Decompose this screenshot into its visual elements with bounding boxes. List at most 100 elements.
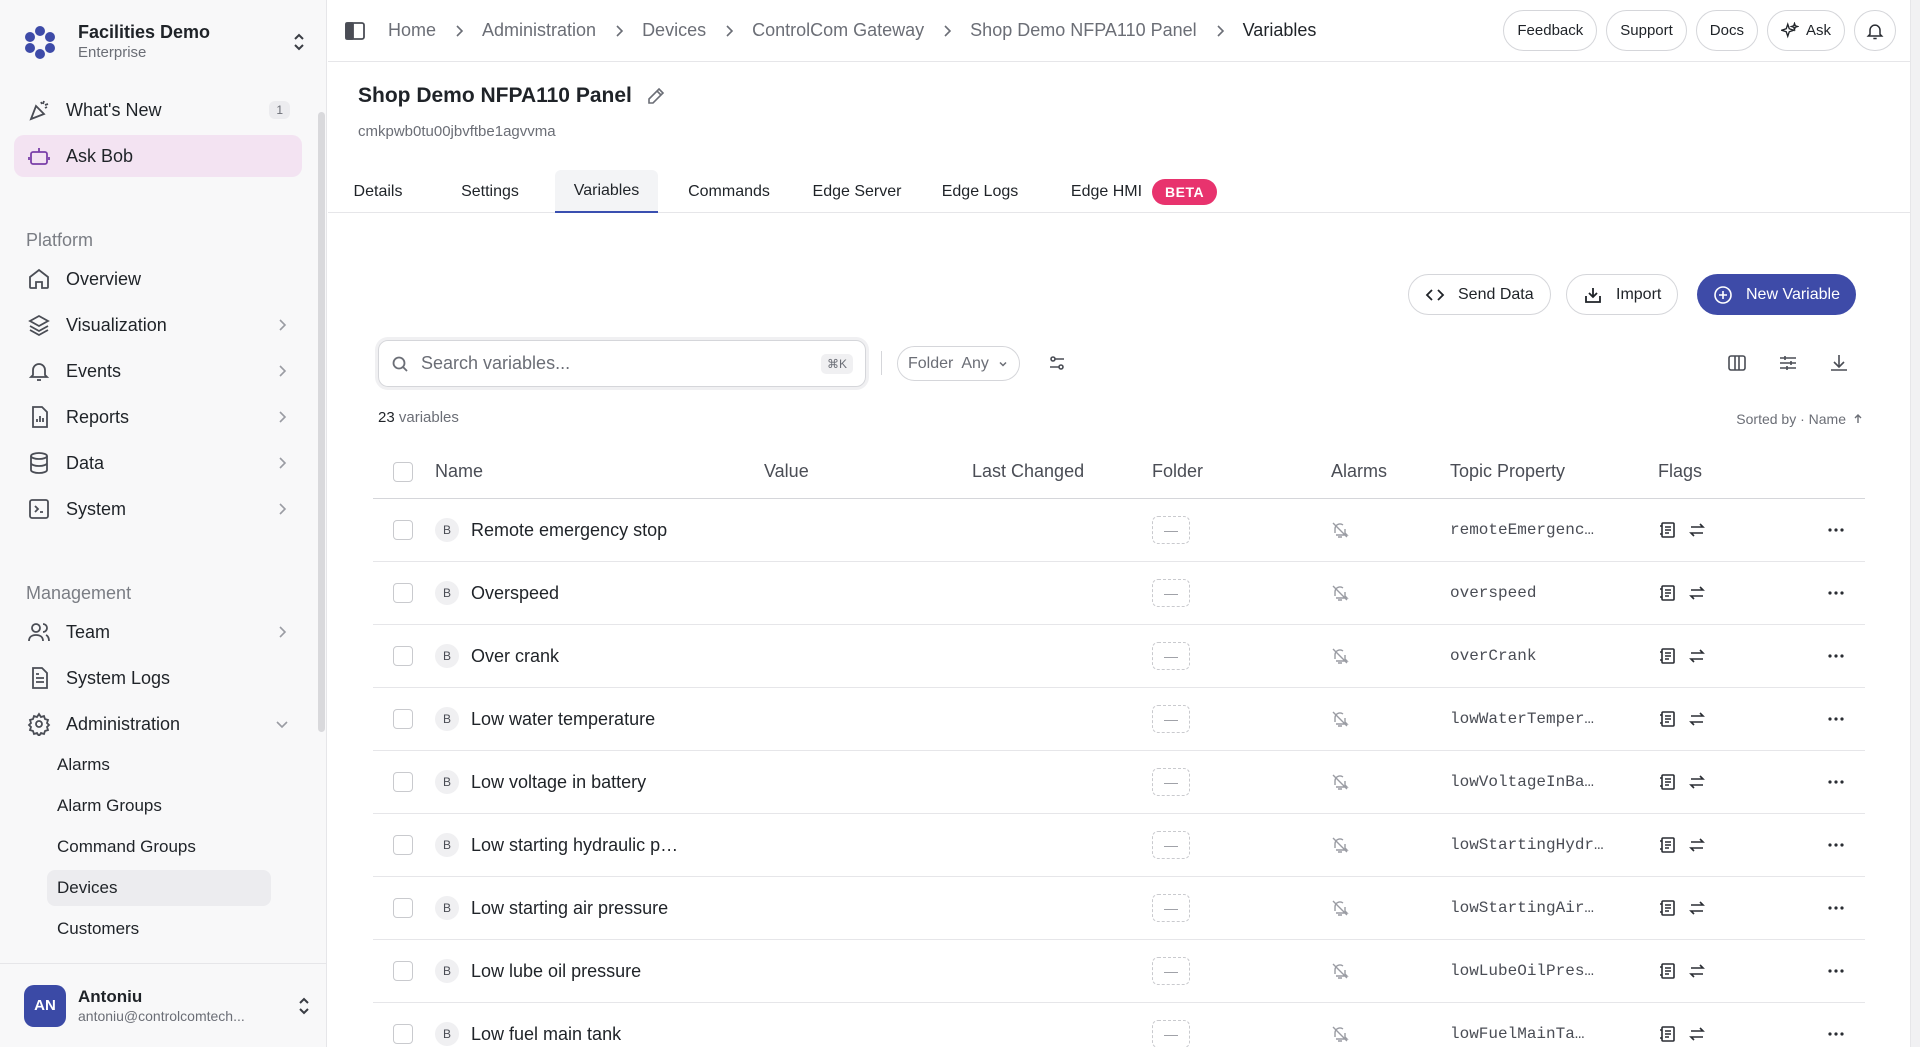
sidebar-item-administration[interactable]: Administration [14,703,302,745]
sort-control[interactable]: Sorted by · Name [1736,411,1864,427]
sidebar-item-system-logs[interactable]: System Logs [14,657,302,699]
download-icon[interactable] [1828,352,1850,374]
breadcrumb-gateway[interactable]: ControlCom Gateway [752,20,924,41]
row-checkbox[interactable] [393,961,413,981]
more-horizontal-icon[interactable] [1825,708,1847,730]
docs-button[interactable]: Docs [1695,10,1758,51]
table-row[interactable]: B Low fuel main tank — lowFuelMainTa… [373,1003,1865,1047]
tab-commands[interactable]: Commands [681,170,777,213]
breadcrumb-home[interactable]: Home [388,20,436,41]
column-header-topic-property[interactable]: Topic Property [1450,445,1565,498]
folder-empty[interactable]: — [1152,579,1190,607]
column-header-last-changed[interactable]: Last Changed [972,445,1084,498]
sliders-icon[interactable] [1777,352,1799,374]
tab-settings[interactable]: Settings [452,170,528,213]
row-checkbox[interactable] [393,646,413,666]
variable-name[interactable]: Over crank [471,646,559,667]
sidebar-item-ask-bob[interactable]: Ask Bob [14,135,302,177]
row-checkbox[interactable] [393,772,413,792]
variable-name[interactable]: Remote emergency stop [471,520,667,541]
row-checkbox[interactable] [393,583,413,603]
columns-icon[interactable] [1726,352,1748,374]
sidebar-subitem-alarms[interactable]: Alarms [47,747,271,783]
more-horizontal-icon[interactable] [1825,834,1847,856]
page-scrollbar[interactable] [1910,0,1920,1047]
support-button[interactable]: Support [1606,10,1687,51]
sidebar-item-reports[interactable]: Reports [14,396,302,438]
folder-empty[interactable]: — [1152,705,1190,733]
more-horizontal-icon[interactable] [1825,1023,1847,1045]
notifications-button[interactable] [1854,10,1896,51]
filter-options-icon[interactable] [1046,352,1068,374]
feedback-button[interactable]: Feedback [1503,10,1598,51]
sidebar-item-system[interactable]: System [14,488,302,530]
table-row[interactable]: B Overspeed — overspeed [373,562,1865,625]
row-checkbox[interactable] [393,520,413,540]
table-row[interactable]: B Low voltage in battery — lowVoltageInB… [373,751,1865,814]
column-header-name[interactable]: Name [435,445,483,498]
more-horizontal-icon[interactable] [1825,897,1847,919]
folder-empty[interactable]: — [1152,1020,1190,1047]
pencil-icon[interactable] [646,86,666,106]
sidebar-subitem-alarm-groups[interactable]: Alarm Groups [47,788,271,824]
folder-empty[interactable]: — [1152,516,1190,544]
sidebar-item-visualization[interactable]: Visualization [14,304,302,346]
more-horizontal-icon[interactable] [1825,960,1847,982]
sidebar-item-events[interactable]: Events [14,350,302,392]
sidebar-item-overview[interactable]: Overview [14,258,302,300]
import-button[interactable]: Import [1566,274,1679,315]
search-input[interactable]: Search variables... ⌘K [378,340,866,387]
sidebar-subitem-command-groups[interactable]: Command Groups [47,829,271,865]
breadcrumb-administration[interactable]: Administration [482,20,596,41]
folder-empty[interactable]: — [1152,768,1190,796]
table-row[interactable]: B Remote emergency stop — remoteEmergenc… [373,499,1865,562]
ask-button[interactable]: Ask [1766,10,1845,51]
folder-empty[interactable]: — [1152,831,1190,859]
tab-edge-logs[interactable]: Edge Logs [938,170,1022,213]
sidebar-item-whats-new[interactable]: What's New 1 [14,89,302,131]
column-header-folder[interactable]: Folder [1152,445,1203,498]
folder-filter[interactable]: Folder Any [897,346,1020,381]
table-row[interactable]: B Low water temperature — lowWaterTemper… [373,688,1865,751]
column-header-alarms[interactable]: Alarms [1331,445,1387,498]
sidebar-subitem-customers[interactable]: Customers [47,911,271,947]
tab-details[interactable]: Details [344,170,412,213]
folder-empty[interactable]: — [1152,894,1190,922]
variable-name[interactable]: Low starting hydraulic p… [471,835,678,856]
tab-variables[interactable]: Variables [555,170,658,213]
column-header-flags[interactable]: Flags [1658,445,1702,498]
tab-edge-server[interactable]: Edge Server [806,170,908,213]
variable-name[interactable]: Low lube oil pressure [471,961,641,982]
org-switcher[interactable]: Facilities Demo Enterprise [16,14,311,70]
variable-name[interactable]: Low voltage in battery [471,772,646,793]
table-row[interactable]: B Low lube oil pressure — lowLubeOilPres… [373,940,1865,1003]
tab-edge-hmi[interactable]: Edge HMI BETA [1061,170,1227,213]
folder-empty[interactable]: — [1152,642,1190,670]
variable-name[interactable]: Overspeed [471,583,559,604]
variable-name[interactable]: Low water temperature [471,709,655,730]
table-row[interactable]: B Low starting hydraulic p… — lowStartin… [373,814,1865,877]
send-data-button[interactable]: Send Data [1408,274,1551,315]
sidebar-scrollbar[interactable] [318,112,325,732]
row-checkbox[interactable] [393,1024,413,1044]
row-checkbox[interactable] [393,898,413,918]
user-menu[interactable]: AN Antoniu antoniu@controlcomtech... [0,963,326,1047]
table-row[interactable]: B Over crank — overCrank [373,625,1865,688]
sidebar-item-team[interactable]: Team [14,611,302,653]
more-horizontal-icon[interactable] [1825,582,1847,604]
row-checkbox[interactable] [393,835,413,855]
variable-name[interactable]: Low starting air pressure [471,898,668,919]
new-variable-button[interactable]: New Variable [1697,274,1856,315]
breadcrumb-panel[interactable]: Shop Demo NFPA110 Panel [970,20,1196,41]
more-horizontal-icon[interactable] [1825,771,1847,793]
more-horizontal-icon[interactable] [1825,645,1847,667]
sidebar-item-data[interactable]: Data [14,442,302,484]
sidebar-subitem-devices[interactable]: Devices [47,870,271,906]
sidebar-toggle-icon[interactable] [344,20,366,42]
select-all-checkbox[interactable] [393,461,413,482]
row-checkbox[interactable] [393,709,413,729]
breadcrumb-devices[interactable]: Devices [642,20,706,41]
folder-empty[interactable]: — [1152,957,1190,985]
column-header-value[interactable]: Value [764,445,809,498]
more-horizontal-icon[interactable] [1825,519,1847,541]
